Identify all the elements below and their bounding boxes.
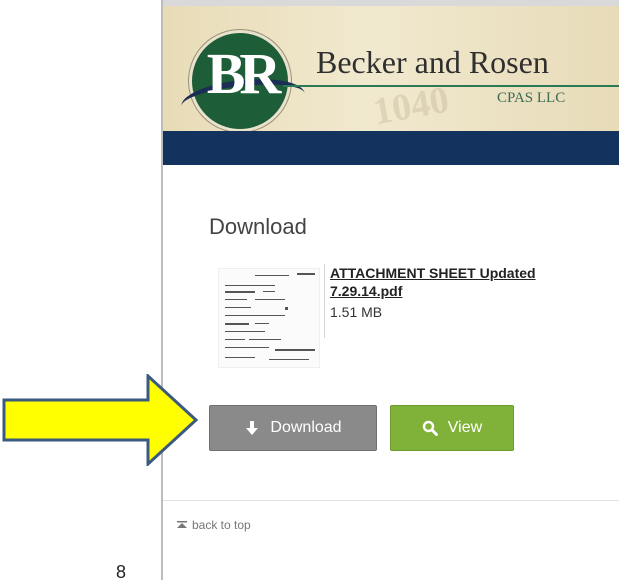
magnifier-icon bbox=[422, 420, 438, 436]
firm-name: Becker and Rosen bbox=[316, 44, 549, 80]
file-thumbnail[interactable] bbox=[218, 268, 320, 368]
footer-divider bbox=[163, 500, 619, 501]
file-name-link[interactable]: ATTACHMENT SHEET Updated 7.29.14.pdf bbox=[330, 264, 600, 300]
download-button[interactable]: Download bbox=[209, 405, 377, 451]
section-title: Download bbox=[209, 214, 307, 239]
logo-letters: BR bbox=[206, 41, 282, 106]
file-size: 1.51 MB bbox=[330, 304, 383, 320]
firm-subtitle: CPAS LLC bbox=[497, 90, 566, 106]
site-header: 1040 BR Becker and Rosen CPAS LLC bbox=[163, 6, 619, 131]
arrow-down-icon bbox=[246, 421, 259, 435]
firm-name-divider bbox=[283, 85, 619, 87]
back-to-top-label: back to top bbox=[192, 518, 251, 532]
view-button-label: View bbox=[447, 419, 483, 436]
arrow-up-to-line-icon bbox=[177, 521, 187, 528]
view-button[interactable]: View bbox=[390, 405, 514, 451]
navigation-bar bbox=[163, 131, 619, 165]
right-arrow-icon bbox=[2, 374, 199, 466]
file-info-divider bbox=[324, 264, 325, 338]
back-to-top-link[interactable]: back to top bbox=[177, 518, 251, 532]
download-button-label: Download bbox=[270, 419, 342, 436]
